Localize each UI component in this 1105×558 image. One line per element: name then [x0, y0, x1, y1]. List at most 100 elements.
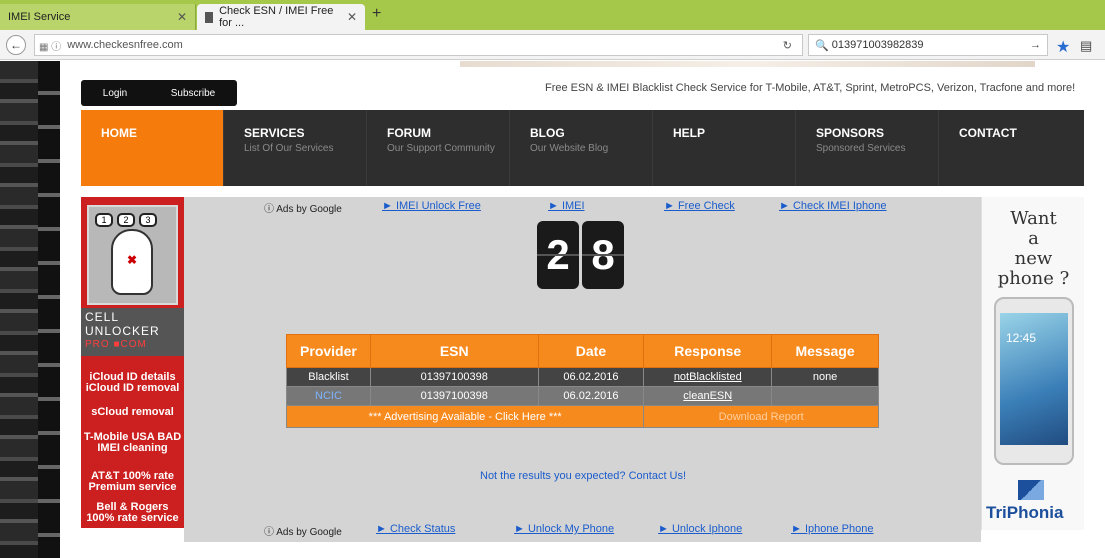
- ad-links-top: ⓘ Ads by Google ► IMEI Unlock Free ► IME…: [184, 200, 981, 215]
- subscribe-button[interactable]: Subscribe: [171, 88, 215, 99]
- ads-by-google[interactable]: ⓘ Ads by Google: [264, 523, 342, 538]
- ad-brand-line: PRO ■COM: [85, 339, 147, 350]
- ads-by-google[interactable]: ⓘ Ads by Google: [264, 200, 342, 215]
- keypad-key: 3: [139, 213, 157, 227]
- cell-unlocker-ad[interactable]: 1 2 3 ✖ CELL UNLOCKER PRO ■COM iCloud ID…: [81, 197, 184, 528]
- counter-digit: 2: [537, 221, 579, 289]
- nav-title: BLOG: [530, 126, 565, 140]
- ad-headline: Want a new phone ?: [982, 209, 1085, 289]
- col-message: Message: [771, 334, 879, 368]
- reload-icon[interactable]: ↻: [783, 39, 792, 52]
- page-icon: [205, 11, 214, 23]
- ad-line: sCloud removal: [91, 406, 174, 418]
- nav-title: CONTACT: [959, 126, 1017, 140]
- cell-provider: Blacklist: [286, 367, 371, 387]
- cell-provider: NCIC: [286, 386, 371, 406]
- cell-esn: 01397100398: [369, 386, 539, 406]
- url-text: www.checkesnfree.com: [67, 39, 183, 51]
- cell-response-link[interactable]: cleanESN: [643, 386, 773, 406]
- nav-home[interactable]: HOME: [81, 110, 224, 186]
- ad-headline-line: a: [1028, 228, 1039, 249]
- ad-brand: CELL UNLOCKER PRO ■COM: [81, 308, 184, 356]
- lock-icon: ✖: [111, 229, 153, 295]
- col-date: Date: [537, 334, 645, 368]
- nav-contact[interactable]: CONTACT: [939, 110, 1082, 186]
- search-field[interactable]: 🔍 013971003982839 →: [808, 34, 1048, 56]
- login-button[interactable]: Login: [103, 88, 127, 99]
- browser-nav-bar: ← ▦ ⓘ www.checkesnfree.com ↻ 🔍 013971003…: [0, 30, 1105, 60]
- cell-date: 06.02.2016: [537, 386, 645, 406]
- ad-headline-line: phone ?: [997, 268, 1070, 289]
- top-banner: [460, 61, 1035, 67]
- ad-link[interactable]: ► Unlock My Phone: [514, 523, 614, 535]
- auth-box: Login Subscribe: [81, 80, 237, 106]
- close-tab-icon[interactable]: ✕: [347, 10, 357, 24]
- ad-line: Bell & Rogers 100% rate service: [86, 501, 179, 524]
- table-row: NCIC 01397100398 06.02.2016 cleanESN: [286, 386, 879, 406]
- results-panel: ⓘ Ads by Google ► IMEI Unlock Free ► IME…: [184, 197, 981, 542]
- nav-title: SPONSORS: [816, 126, 885, 140]
- triphonia-ad[interactable]: Want a new phone ? 12:45 TriPhonia: [981, 197, 1084, 530]
- search-go-icon[interactable]: →: [1030, 39, 1041, 51]
- nav-subtitle: Sponsored Services: [816, 143, 906, 154]
- site-tagline: Free ESN & IMEI Blacklist Check Service …: [545, 82, 1076, 94]
- url-bar[interactable]: ▦ ⓘ www.checkesnfree.com ↻: [34, 34, 803, 56]
- ad-brand-line: CELL: [85, 310, 120, 324]
- nav-title: SERVICES: [244, 126, 305, 140]
- ad-link[interactable]: ► Check IMEI Iphone: [779, 200, 887, 212]
- ad-headline-line: Want: [1010, 208, 1057, 229]
- keypad-key: 2: [117, 213, 135, 227]
- ad-link[interactable]: ► Iphone Phone: [791, 523, 873, 535]
- download-report-link[interactable]: Download Report: [643, 405, 879, 428]
- nav-forum[interactable]: FORUM Our Support Community: [367, 110, 510, 186]
- browser-tab-checkesn[interactable]: Check ESN / IMEI Free for ... ✕: [197, 4, 365, 30]
- results-table: Provider ESN Date Response Message Black…: [285, 334, 879, 428]
- ad-brand-line: UNLOCKER: [85, 324, 160, 338]
- nav-sponsors[interactable]: SPONSORS Sponsored Services: [796, 110, 939, 186]
- main-nav: HOME SERVICES List Of Our Services FORUM…: [81, 110, 1084, 186]
- table-row: Blacklist 01397100398 06.02.2016 notBlac…: [286, 367, 879, 387]
- new-tab-button[interactable]: +: [372, 5, 381, 23]
- nav-title: FORUM: [387, 126, 431, 140]
- ad-link[interactable]: ► Check Status: [376, 523, 455, 535]
- nav-blog[interactable]: BLOG Our Website Blog: [510, 110, 653, 186]
- ad-link[interactable]: ► IMEI: [548, 200, 585, 212]
- close-tab-icon[interactable]: ✕: [177, 10, 187, 24]
- triphonia-logo-icon: [1018, 480, 1044, 500]
- ad-link[interactable]: ► IMEI Unlock Free: [382, 200, 481, 212]
- triphonia-brand: TriPhonia: [986, 503, 1064, 522]
- ad-link[interactable]: ► Unlock Iphone: [658, 523, 742, 535]
- nav-title: HELP: [673, 126, 706, 140]
- cell-message: [771, 386, 879, 406]
- nav-title: HOME: [101, 126, 137, 140]
- col-response: Response: [643, 334, 773, 368]
- site-info-icon[interactable]: ▦ ⓘ: [39, 38, 61, 53]
- ad-headline-line: new: [1014, 248, 1053, 269]
- col-esn: ESN: [369, 334, 539, 368]
- browser-tab-imei-service[interactable]: IMEI Service ✕: [0, 4, 196, 30]
- back-button[interactable]: ←: [6, 35, 26, 55]
- ad-line: AT&T 100% rate Premium service: [88, 470, 177, 493]
- cell-esn: 01397100398: [369, 367, 539, 387]
- counter-digit: 8: [582, 221, 624, 289]
- nav-services[interactable]: SERVICES List Of Our Services: [224, 110, 367, 186]
- phone-screen: 12:45: [1000, 313, 1068, 445]
- ad-link[interactable]: ► Free Check: [664, 200, 735, 212]
- cell-response-link[interactable]: notBlacklisted: [643, 367, 773, 387]
- tab-label: Check ESN / IMEI Free for ...: [219, 5, 334, 29]
- bookmark-star-icon[interactable]: ★: [1056, 37, 1070, 57]
- tab-label: IMEI Service: [8, 11, 71, 23]
- reader-icon[interactable]: ▤: [1080, 38, 1092, 54]
- ad-links-bottom: ⓘ Ads by Google ► Check Status ► Unlock …: [184, 523, 981, 538]
- advertising-link[interactable]: *** Advertising Available - Click Here *…: [285, 405, 645, 428]
- nav-subtitle: Our Website Blog: [530, 143, 609, 154]
- search-value: 013971003982839: [831, 39, 924, 51]
- nav-subtitle: Our Support Community: [387, 143, 495, 154]
- keypad-key: 1: [95, 213, 113, 227]
- background-pattern: [0, 61, 60, 558]
- ad-line: T-Mobile USA BAD IMEI cleaning: [83, 431, 182, 454]
- contact-us-link[interactable]: Not the results you expected? Contact Us…: [480, 470, 686, 482]
- nav-help[interactable]: HELP: [653, 110, 796, 186]
- nav-subtitle: List Of Our Services: [244, 143, 334, 154]
- cell-message: none: [771, 367, 879, 387]
